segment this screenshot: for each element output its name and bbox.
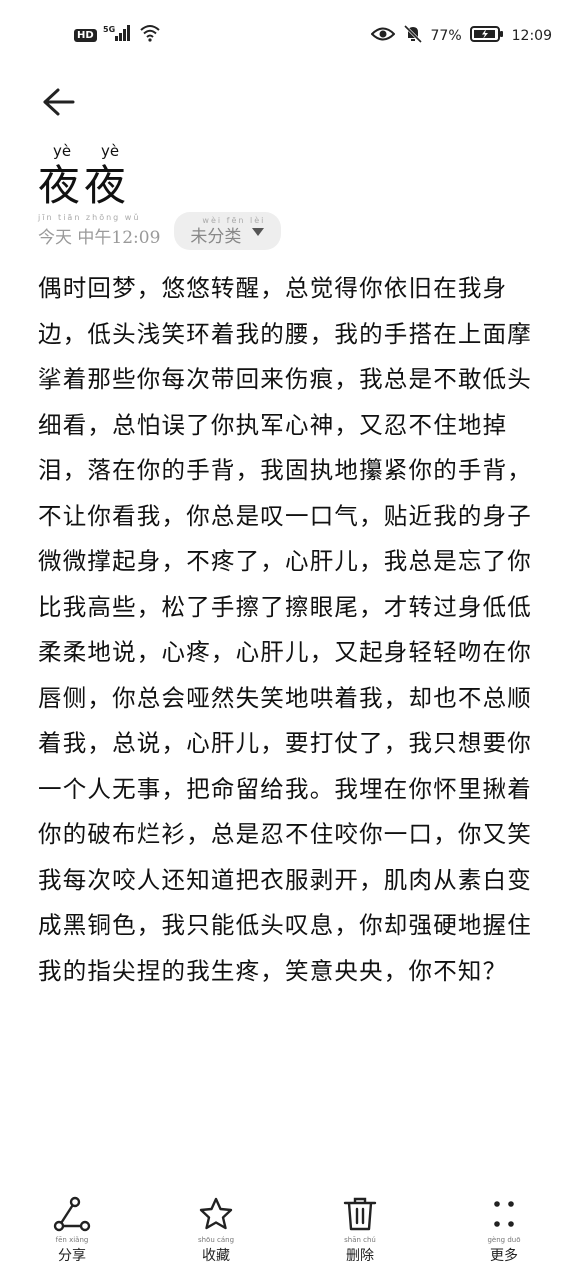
more-label: 更多 <box>490 1248 518 1264</box>
hd-badge: HD <box>74 28 97 42</box>
favorite-pinyin: shōu cáng <box>197 1236 235 1244</box>
arrow-left-icon <box>40 87 76 121</box>
meta-row: jīn tiān zhōng wǔ 今天 中午12:09 wèi fēn lèi… <box>38 212 282 250</box>
more-pinyin: gèng duō <box>487 1236 521 1244</box>
wifi-icon <box>139 24 161 46</box>
mute-icon <box>403 24 423 48</box>
status-time: 12:09 <box>511 28 552 44</box>
note-date: jīn tiān zhōng wǔ 今天 中午12:09 <box>38 212 161 248</box>
status-right: 77% 12:09 <box>370 24 552 48</box>
eye-icon <box>370 26 395 46</box>
category-pinyin: wèi fēn lèi <box>202 216 266 225</box>
date-pinyin: jīn tiān zhōng wǔ <box>38 212 141 222</box>
star-icon <box>197 1196 235 1232</box>
battery-icon <box>469 25 504 47</box>
status-bar: HD 5G 77% 12:09 <box>0 0 576 72</box>
category-dropdown[interactable]: wèi fēn lèi 未分类 <box>174 212 282 250</box>
share-pinyin: fēn xiǎng <box>55 1236 89 1244</box>
favorite-button[interactable]: shōu cáng 收藏 <box>144 1196 288 1280</box>
note-body[interactable]: 偶时回梦，悠悠转醒，总觉得你依旧在我身边，低头浅笑环着我的腰，我的手搭在上面摩挲… <box>38 266 538 994</box>
share-label: 分享 <box>58 1248 86 1264</box>
share-button[interactable]: fēn xiǎng 分享 <box>0 1196 144 1280</box>
title-block: yè yè 夜夜 <box>38 142 134 210</box>
back-button[interactable] <box>36 82 80 126</box>
signal-icon: 5G <box>103 24 133 46</box>
share-icon <box>53 1196 91 1232</box>
delete-pinyin: shān chú <box>344 1236 376 1244</box>
note-text: 偶时回梦，悠悠转醒，总觉得你依旧在我身边，低头浅笑环着我的腰，我的手搭在上面摩挲… <box>38 274 532 985</box>
delete-button[interactable]: shān chú 删除 <box>288 1196 432 1280</box>
note-title[interactable]: 夜夜 <box>38 162 134 210</box>
battery-percent: 77% <box>430 28 462 44</box>
status-left: HD 5G <box>74 24 161 46</box>
delete-label: 删除 <box>346 1248 374 1264</box>
favorite-label: 收藏 <box>202 1248 230 1264</box>
bottom-toolbar: fēn xiǎng 分享 shōu cáng 收藏 shān chú 删除 gè… <box>0 1196 576 1280</box>
title-pinyin-1: yè <box>52 142 72 160</box>
date-text: 今天 中午12:09 <box>38 227 161 248</box>
trash-icon <box>341 1196 379 1232</box>
more-button[interactable]: gèng duō 更多 <box>432 1196 576 1280</box>
svg-text:5G: 5G <box>103 25 115 34</box>
title-pinyin: yè yè <box>38 142 134 162</box>
more-icon <box>485 1196 523 1232</box>
title-pinyin-2: yè <box>100 142 120 160</box>
